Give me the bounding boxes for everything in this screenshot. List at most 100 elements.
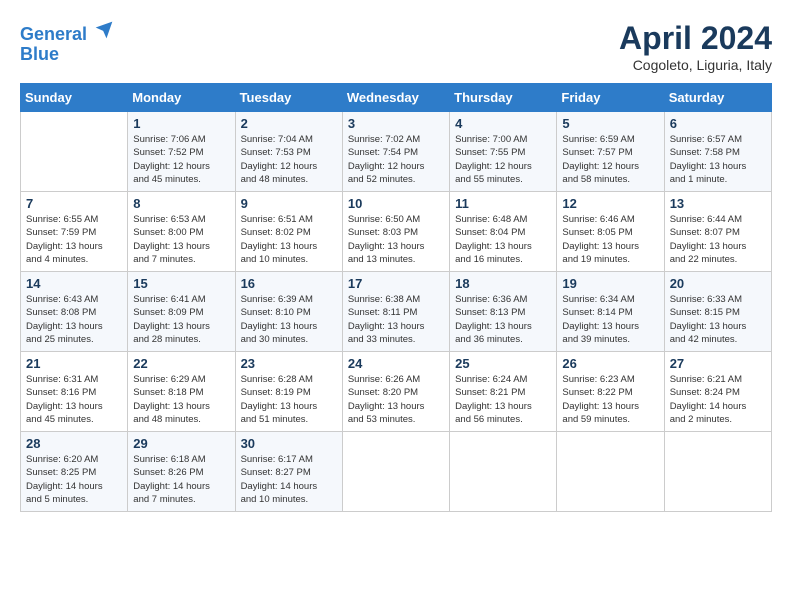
calendar-week-row: 14 Sunrise: 6:43 AMSunset: 8:08 PMDayligh…: [21, 272, 772, 352]
calendar-cell: 30 Sunrise: 6:17 AMSunset: 8:27 PMDayligh…: [235, 432, 342, 512]
day-info: Sunrise: 6:43 AMSunset: 8:08 PMDaylight:…: [26, 293, 122, 346]
calendar-cell: 6Sunrise: 6:57 AMSunset: 7:58 PMDaylight…: [664, 112, 771, 192]
day-number: 8: [133, 196, 229, 211]
day-number: 14: [26, 276, 122, 291]
day-info: Sunrise: 7:02 AMSunset: 7:54 PMDaylight:…: [348, 133, 444, 186]
day-info: Sunrise: 6:38 AMSunset: 8:11 PMDaylight:…: [348, 293, 444, 346]
day-number: 12: [562, 196, 658, 211]
day-number: 27: [670, 356, 766, 371]
calendar-cell: 3 Sunrise: 7:02 AMSunset: 7:54 PMDaylight…: [342, 112, 449, 192]
calendar-cell: 1Sunrise: 7:06 AMSunset: 7:52 PMDaylight…: [128, 112, 235, 192]
day-info: Sunrise: 7:04 AMSunset: 7:53 PMDaylight:…: [241, 133, 337, 186]
day-number: 9: [241, 196, 337, 211]
title-section: April 2024 Cogoleto, Liguria, Italy: [619, 20, 772, 73]
calendar-cell: 5 Sunrise: 6:59 AMSunset: 7:57 PMDaylight…: [557, 112, 664, 192]
calendar-header-row: SundayMondayTuesdayWednesdayThursdayFrid…: [21, 84, 772, 112]
calendar-cell: 10 Sunrise: 6:50 AMSunset: 8:03 PMDayligh…: [342, 192, 449, 272]
day-number: 24: [348, 356, 444, 371]
day-of-week-header: Monday: [128, 84, 235, 112]
calendar-cell: 26 Sunrise: 6:23 AMSunset: 8:22 PMDayligh…: [557, 352, 664, 432]
calendar-cell: 28 Sunrise: 6:20 AMSunset: 8:25 PMDayligh…: [21, 432, 128, 512]
calendar-week-row: 21 Sunrise: 6:31 AMSunset: 8:16 PMDayligh…: [21, 352, 772, 432]
day-info: Sunrise: 6:46 AMSunset: 8:05 PMDaylight:…: [562, 213, 658, 266]
calendar-cell: 19Sunrise: 6:34 AMSunset: 8:14 PMDayligh…: [557, 272, 664, 352]
day-info: Sunrise: 6:20 AMSunset: 8:25 PMDaylight:…: [26, 453, 122, 506]
day-of-week-header: Friday: [557, 84, 664, 112]
day-number: 30: [241, 436, 337, 451]
day-number: 20: [670, 276, 766, 291]
calendar-cell: 16 Sunrise: 6:39 AMSunset: 8:10 PMDayligh…: [235, 272, 342, 352]
calendar-cell: 7 Sunrise: 6:55 AMSunset: 7:59 PMDaylight…: [21, 192, 128, 272]
calendar-cell: 21 Sunrise: 6:31 AMSunset: 8:16 PMDayligh…: [21, 352, 128, 432]
calendar-cell: 24 Sunrise: 6:26 AMSunset: 8:20 PMDayligh…: [342, 352, 449, 432]
logo-general: General: [20, 24, 87, 44]
calendar-cell: 23 Sunrise: 6:28 AMSunset: 8:19 PMDayligh…: [235, 352, 342, 432]
calendar-cell: 4 Sunrise: 7:00 AMSunset: 7:55 PMDaylight…: [450, 112, 557, 192]
day-number: 11: [455, 196, 551, 211]
day-info: Sunrise: 6:36 AMSunset: 8:13 PMDaylight:…: [455, 293, 551, 346]
calendar-table: SundayMondayTuesdayWednesdayThursdayFrid…: [20, 83, 772, 512]
calendar-cell: 15Sunrise: 6:41 AMSunset: 8:09 PMDayligh…: [128, 272, 235, 352]
day-info: Sunrise: 6:17 AMSunset: 8:27 PMDaylight:…: [241, 453, 337, 506]
day-number: 16: [241, 276, 337, 291]
day-number: 4: [455, 116, 551, 131]
day-info: Sunrise: 6:21 AMSunset: 8:24 PMDaylight:…: [670, 373, 766, 426]
day-of-week-header: Saturday: [664, 84, 771, 112]
day-info: Sunrise: 6:50 AMSunset: 8:03 PMDaylight:…: [348, 213, 444, 266]
logo-blue: Blue: [20, 44, 59, 64]
day-info: Sunrise: 6:39 AMSunset: 8:10 PMDaylight:…: [241, 293, 337, 346]
day-number: 29: [133, 436, 229, 451]
day-number: 3: [348, 116, 444, 131]
calendar-cell: 13Sunrise: 6:44 AMSunset: 8:07 PMDayligh…: [664, 192, 771, 272]
calendar-cell: [664, 432, 771, 512]
day-number: 22: [133, 356, 229, 371]
day-info: Sunrise: 6:51 AMSunset: 8:02 PMDaylight:…: [241, 213, 337, 266]
day-info: Sunrise: 6:59 AMSunset: 7:57 PMDaylight:…: [562, 133, 658, 186]
day-info: Sunrise: 6:55 AMSunset: 7:59 PMDaylight:…: [26, 213, 122, 266]
day-of-week-header: Wednesday: [342, 84, 449, 112]
day-info: Sunrise: 7:00 AMSunset: 7:55 PMDaylight:…: [455, 133, 551, 186]
day-of-week-header: Thursday: [450, 84, 557, 112]
calendar-cell: [450, 432, 557, 512]
day-info: Sunrise: 6:48 AMSunset: 8:04 PMDaylight:…: [455, 213, 551, 266]
day-number: 25: [455, 356, 551, 371]
day-of-week-header: Sunday: [21, 84, 128, 112]
day-info: Sunrise: 6:26 AMSunset: 8:20 PMDaylight:…: [348, 373, 444, 426]
location: Cogoleto, Liguria, Italy: [619, 57, 772, 73]
day-info: Sunrise: 6:28 AMSunset: 8:19 PMDaylight:…: [241, 373, 337, 426]
calendar-cell: 14 Sunrise: 6:43 AMSunset: 8:08 PMDayligh…: [21, 272, 128, 352]
day-number: 2: [241, 116, 337, 131]
day-number: 13: [670, 196, 766, 211]
day-number: 10: [348, 196, 444, 211]
day-number: 28: [26, 436, 122, 451]
day-info: Sunrise: 6:31 AMSunset: 8:16 PMDaylight:…: [26, 373, 122, 426]
day-number: 21: [26, 356, 122, 371]
calendar-week-row: 1Sunrise: 7:06 AMSunset: 7:52 PMDaylight…: [21, 112, 772, 192]
day-of-week-header: Tuesday: [235, 84, 342, 112]
day-number: 23: [241, 356, 337, 371]
calendar-cell: 17 Sunrise: 6:38 AMSunset: 8:11 PMDayligh…: [342, 272, 449, 352]
calendar-cell: 29 Sunrise: 6:18 AMSunset: 8:26 PMDayligh…: [128, 432, 235, 512]
day-info: Sunrise: 6:33 AMSunset: 8:15 PMDaylight:…: [670, 293, 766, 346]
calendar-cell: 18 Sunrise: 6:36 AMSunset: 8:13 PMDayligh…: [450, 272, 557, 352]
day-number: 15: [133, 276, 229, 291]
day-number: 6: [670, 116, 766, 131]
day-info: Sunrise: 6:18 AMSunset: 8:26 PMDaylight:…: [133, 453, 229, 506]
logo: General Blue: [20, 20, 114, 65]
day-info: Sunrise: 6:24 AMSunset: 8:21 PMDaylight:…: [455, 373, 551, 426]
day-number: 17: [348, 276, 444, 291]
day-number: 5: [562, 116, 658, 131]
calendar-cell: 11 Sunrise: 6:48 AMSunset: 8:04 PMDayligh…: [450, 192, 557, 272]
day-number: 7: [26, 196, 122, 211]
calendar-cell: 2 Sunrise: 7:04 AMSunset: 7:53 PMDaylight…: [235, 112, 342, 192]
day-info: Sunrise: 6:23 AMSunset: 8:22 PMDaylight:…: [562, 373, 658, 426]
logo-bird-icon: [94, 20, 114, 40]
calendar-cell: [342, 432, 449, 512]
day-number: 18: [455, 276, 551, 291]
day-info: Sunrise: 6:53 AMSunset: 8:00 PMDaylight:…: [133, 213, 229, 266]
page-header: General Blue April 2024 Cogoleto, Liguri…: [20, 20, 772, 73]
calendar-cell: 27 Sunrise: 6:21 AMSunset: 8:24 PMDayligh…: [664, 352, 771, 432]
calendar-cell: 8 Sunrise: 6:53 AMSunset: 8:00 PMDaylight…: [128, 192, 235, 272]
day-number: 26: [562, 356, 658, 371]
calendar-cell: 12 Sunrise: 6:46 AMSunset: 8:05 PMDayligh…: [557, 192, 664, 272]
